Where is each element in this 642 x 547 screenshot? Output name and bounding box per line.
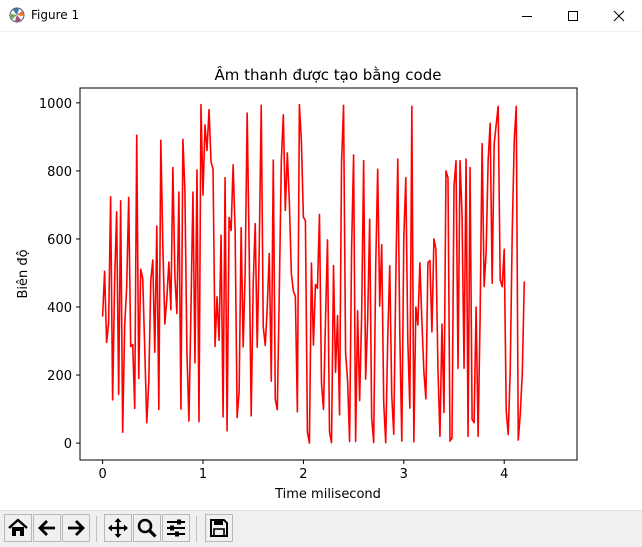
save-icon (210, 519, 228, 537)
matplotlib-icon (9, 7, 25, 23)
sliders-icon (167, 519, 185, 537)
maximize-icon (568, 10, 578, 21)
save-button[interactable] (205, 514, 233, 542)
pan-button[interactable] (104, 514, 132, 542)
maximize-button[interactable] (550, 0, 596, 31)
home-icon (8, 518, 28, 536)
y-axis-label: Biên độ (16, 249, 31, 298)
window-title-bar: Figure 1 (0, 0, 642, 32)
x-tick-label: 2 (299, 467, 307, 482)
x-tick-label: 4 (500, 467, 508, 482)
chart-title: Âm thanh được tạo bằng code (215, 65, 442, 84)
y-tick-label: 200 (47, 369, 72, 384)
arrow-left-icon (38, 520, 55, 536)
close-icon (613, 10, 625, 21)
y-tick-label: 800 (47, 165, 72, 180)
home-button[interactable] (4, 514, 32, 542)
minimize-icon (522, 15, 532, 17)
forward-button[interactable] (62, 514, 90, 542)
subplots-button[interactable] (162, 514, 190, 542)
series-line (101, 103, 526, 444)
x-tick-label: 1 (199, 467, 207, 482)
close-button[interactable] (596, 0, 642, 31)
navigation-toolbar (0, 510, 642, 547)
toolbar-separator (96, 516, 97, 542)
back-button[interactable] (33, 514, 61, 542)
y-tick-label: 0 (64, 437, 72, 452)
toolbar-separator (196, 516, 197, 542)
x-axis-label: Time milisecond (274, 487, 381, 502)
x-tick-label: 0 (98, 467, 106, 482)
y-tick-label: 1000 (39, 97, 72, 112)
minimize-button[interactable] (504, 0, 550, 31)
figure-canvas[interactable]: Âm thanh được tạo bằng code 0 1 2 3 4 0 200 40… (0, 32, 642, 510)
x-tick-label: 3 (400, 467, 408, 482)
window-title: Figure 1 (31, 8, 80, 22)
zoom-icon (137, 518, 157, 538)
y-tick-label: 400 (47, 301, 72, 316)
line-chart: Âm thanh được tạo bằng code 0 1 2 3 4 0 200 40… (16, 65, 578, 502)
zoom-button[interactable] (133, 514, 161, 542)
y-tick-label: 600 (47, 233, 72, 248)
arrow-right-icon (68, 520, 85, 536)
move-icon (108, 518, 128, 538)
